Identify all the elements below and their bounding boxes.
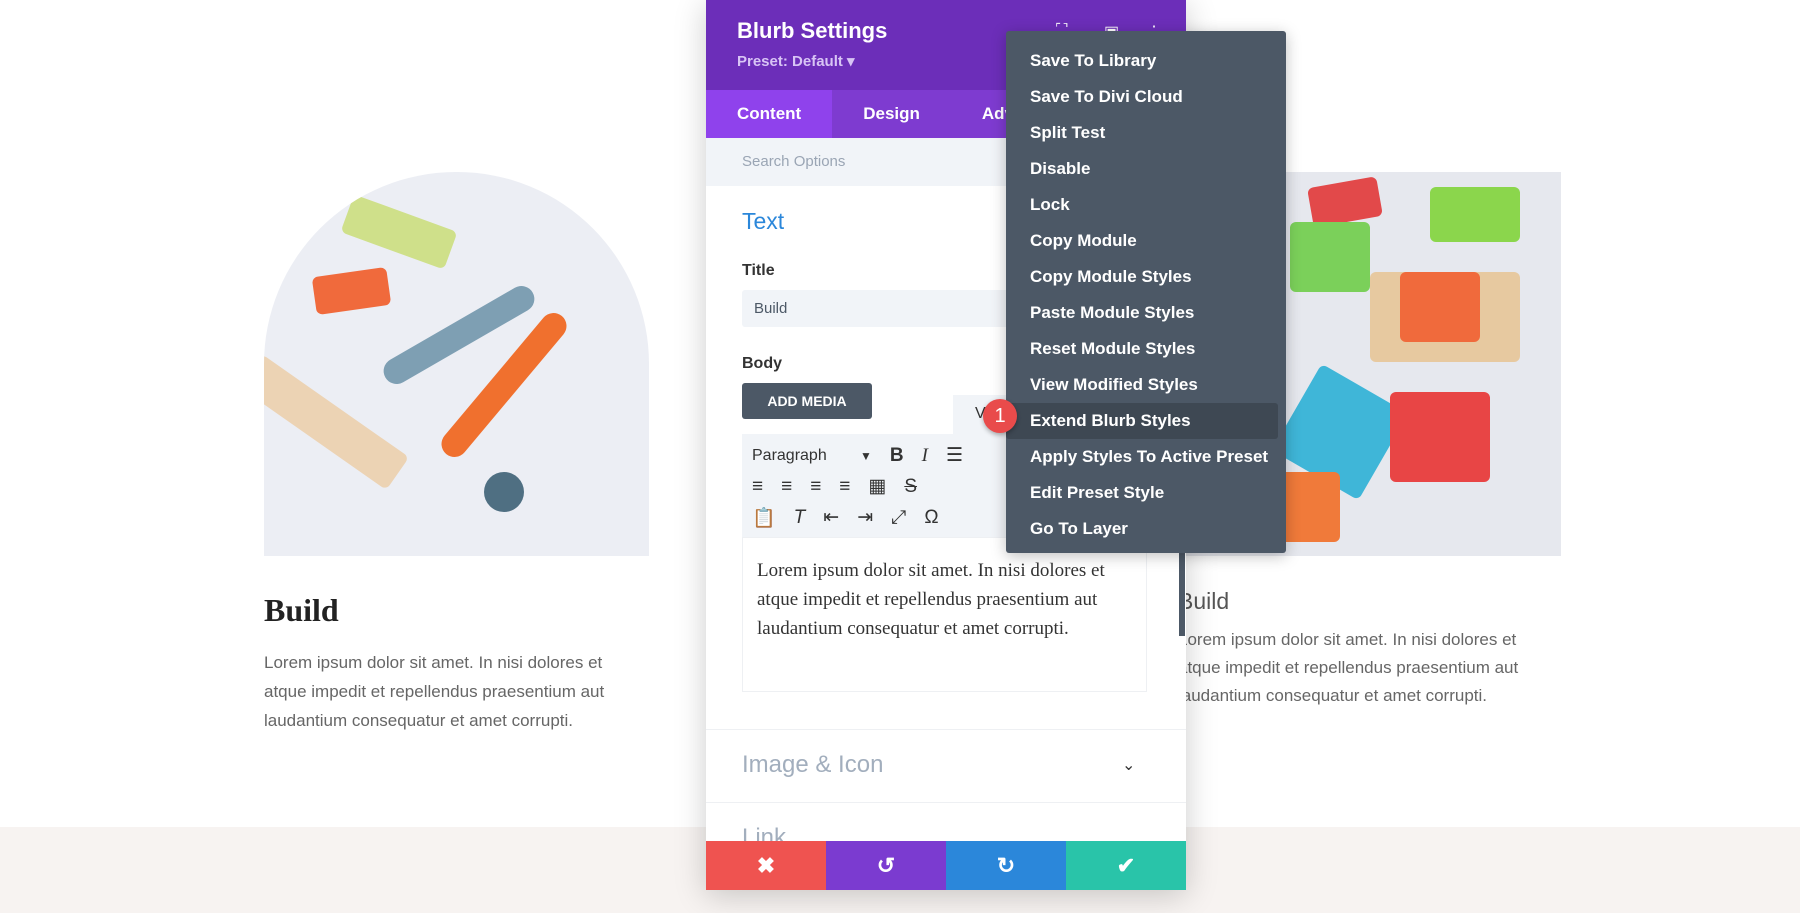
undo-button[interactable]: ↺ [826,841,946,890]
italic-icon[interactable]: I [922,445,928,467]
align-center-icon[interactable]: ≡ [781,476,792,498]
body-label: Body [742,355,782,372]
divider [706,729,1186,730]
clear-format-icon[interactable]: T [794,507,806,529]
section-text-heading[interactable]: Text [742,208,784,235]
title-label: Title [742,262,775,279]
chevron-down-icon[interactable]: ⌄ [1122,755,1135,775]
menu-item-go-to-layer[interactable]: Go To Layer [1006,511,1278,547]
table-icon[interactable]: ▦ [868,475,886,498]
context-menu: Save To Library Save To Divi Cloud Split… [1006,31,1286,553]
menu-item-paste-module-styles[interactable]: Paste Module Styles [1006,295,1278,331]
undo-icon: ↺ [876,853,896,878]
outdent-icon[interactable]: ⇤ [823,506,839,529]
cancel-button[interactable]: ✖ [706,841,826,890]
align-right-icon[interactable]: ≡ [810,476,821,498]
preset-dropdown[interactable]: Preset: Default ▾ [737,52,855,70]
check-icon: ✔ [1116,853,1136,878]
menu-item-disable[interactable]: Disable [1006,151,1278,187]
chevron-down-icon[interactable]: ▼ [860,449,872,463]
body-editor[interactable]: Lorem ipsum dolor sit amet. In nisi dolo… [742,537,1147,692]
blurb-body: Lorem ipsum dolor sit amet. In nisi dolo… [1178,630,1519,705]
redo-button[interactable]: ↻ [946,841,1066,890]
align-left-icon[interactable]: ≡ [752,476,763,498]
fullscreen-editor-icon[interactable]: ⤢ [891,507,906,529]
redo-icon: ↻ [996,853,1016,878]
menu-item-apply-styles-to-active-preset[interactable]: Apply Styles To Active Preset [1006,439,1278,475]
bold-icon[interactable]: B [890,445,904,467]
special-char-icon[interactable]: Ω [924,507,938,529]
step-badge: 1 [983,399,1017,433]
indent-icon[interactable]: ⇥ [857,506,873,529]
panel-actions: ✖ ↺ ↻ ✔ [706,841,1186,890]
blurb-image-tools [264,172,649,556]
bullet-list-icon[interactable]: ☰ [946,444,963,467]
divider [706,802,1186,803]
menu-item-edit-preset-style[interactable]: Edit Preset Style [1006,475,1278,511]
menu-item-lock[interactable]: Lock [1006,187,1278,223]
strikethrough-icon[interactable]: S [904,476,917,498]
justify-icon[interactable]: ≡ [839,476,850,498]
tab-content[interactable]: Content [706,90,833,138]
close-icon: ✖ [756,853,776,878]
menu-item-split-test[interactable]: Split Test [1006,115,1278,151]
menu-item-copy-module[interactable]: Copy Module [1006,223,1278,259]
menu-item-reset-module-styles[interactable]: Reset Module Styles [1006,331,1278,367]
format-select[interactable]: Paragraph [752,447,862,465]
menu-item-copy-module-styles[interactable]: Copy Module Styles [1006,259,1278,295]
blurb-title: Build [264,592,339,628]
menu-item-view-modified-styles[interactable]: View Modified Styles [1006,367,1278,403]
menu-item-save-to-library[interactable]: Save To Library [1006,43,1278,79]
add-media-button[interactable]: ADD MEDIA [742,383,872,419]
paste-text-icon[interactable]: 📋 [752,506,776,530]
section-image-icon[interactable]: Image & Icon [742,751,883,779]
scrollbar[interactable] [1179,550,1185,636]
menu-item-save-to-divi-cloud[interactable]: Save To Divi Cloud [1006,79,1278,115]
menu-item-extend-blurb-styles[interactable]: Extend Blurb Styles [1006,403,1278,439]
tab-design[interactable]: Design [832,90,951,138]
panel-title: Blurb Settings [737,18,888,43]
blurb-body: Lorem ipsum dolor sit amet. In nisi dolo… [264,653,605,730]
save-button[interactable]: ✔ [1066,841,1186,890]
